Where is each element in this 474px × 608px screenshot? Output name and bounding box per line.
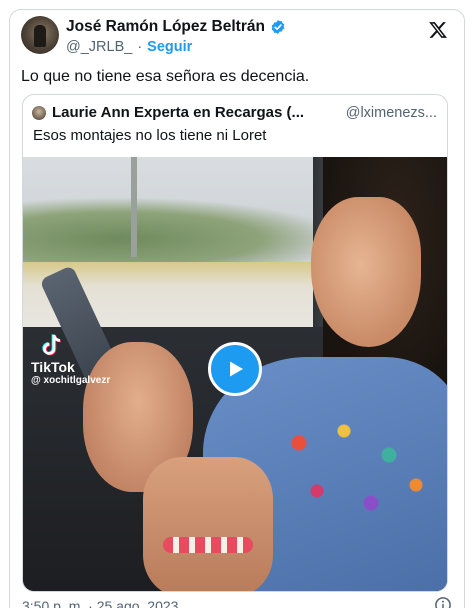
x-logo-icon[interactable] [428,20,448,40]
info-icon[interactable] [434,596,452,608]
play-button[interactable] [208,342,262,396]
tiktok-logo-icon [42,334,61,356]
video-scene-face [311,197,421,347]
video-scene-trees [23,197,343,267]
author-handle-row: @_JRLB_ · Seguir [66,39,424,55]
tiktok-brand-label: TikTok [31,359,75,375]
quoted-author-handle[interactable]: @lximenezs... [346,105,437,121]
quoted-header: Laurie Ann Experta en Recargas (... @lxi… [32,104,437,121]
video-scene-arm [143,457,273,591]
video-scene-embroidery [263,407,443,527]
quoted-author-name[interactable]: Laurie Ann Experta en Recargas (... [52,104,304,121]
quoted-text: Esos montajes no los tiene ni Loret [33,127,267,144]
play-icon [230,361,243,377]
author-name[interactable]: José Ramón López Beltrán [66,18,265,36]
tweet-card: José Ramón López Beltrán @_JRLB_ · Segui… [9,9,465,608]
author-handle[interactable]: @_JRLB_ [66,39,132,55]
quoted-avatar[interactable] [32,105,46,120]
video-scene-bracelet [163,537,253,553]
quoted-tweet[interactable]: Laurie Ann Experta en Recargas (... @lxi… [22,94,448,592]
author-avatar[interactable] [21,16,59,54]
video-player[interactable]: TikTok @ xochitlgalvezr [23,157,447,591]
follow-button[interactable]: Seguir [147,39,192,55]
tweet-timestamp[interactable]: 3:50 p. m. · 25 ago. 2023 [22,598,178,608]
avatar-figure [34,25,46,47]
tiktok-username: @ xochitlgalvezr [31,375,111,386]
handle-separator: · [137,39,143,55]
verified-badge-icon [271,20,285,34]
tiktok-watermark: TikTok @ xochitlgalvezr [31,333,110,386]
tweet-text: Lo que no tiene esa señora es decencia. [21,68,310,85]
video-scene-pole [131,157,137,257]
author-name-row: José Ramón López Beltrán [66,18,424,36]
author-block: José Ramón López Beltrán @_JRLB_ · Segui… [66,18,424,55]
